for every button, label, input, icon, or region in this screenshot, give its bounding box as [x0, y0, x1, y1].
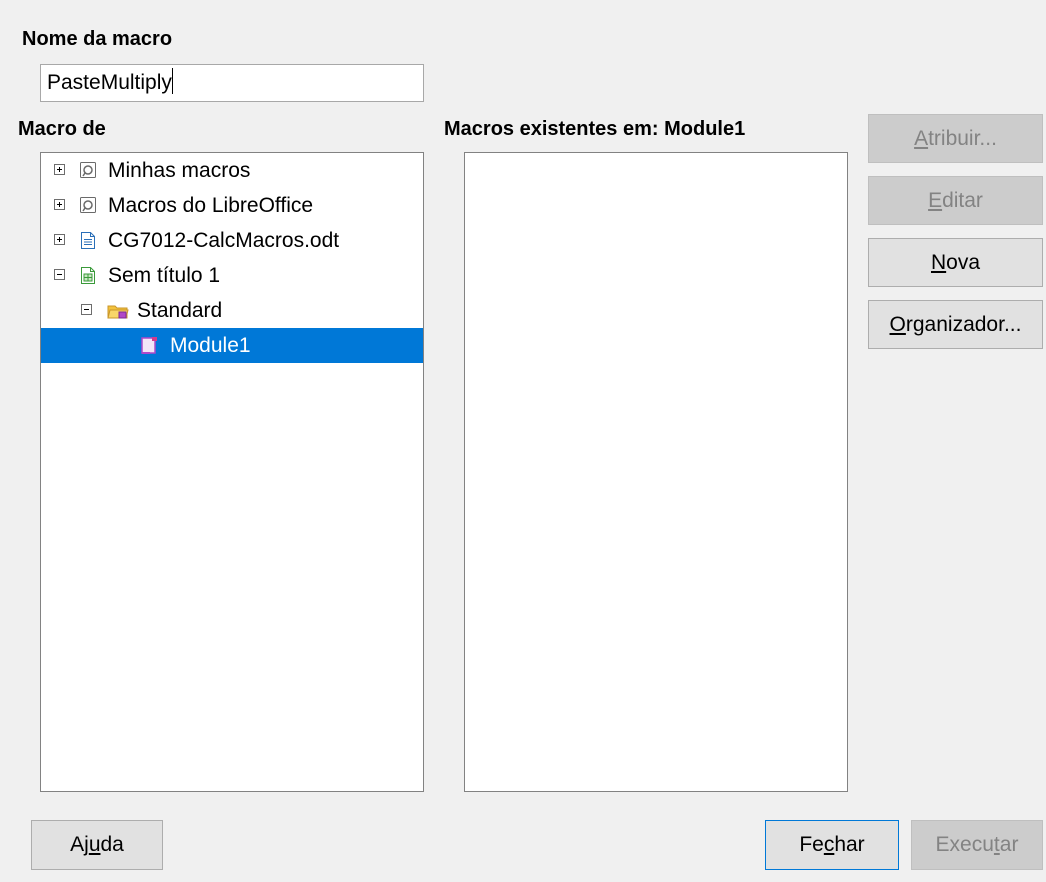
- tree-item-standard[interactable]: Standard: [41, 293, 423, 328]
- run-button[interactable]: Executar: [911, 820, 1043, 870]
- macro-name-input[interactable]: PasteMultiply: [40, 64, 424, 102]
- tree-item-label: Module1: [170, 334, 251, 357]
- close-button[interactable]: Fechar: [765, 820, 899, 870]
- collapse-icon[interactable]: [81, 304, 92, 315]
- text-caret: [171, 68, 173, 94]
- tree-item-module1[interactable]: Module1: [41, 328, 423, 363]
- tree-item-label: Sem título 1: [108, 264, 221, 287]
- run-button-label: Executar: [935, 833, 1019, 856]
- expand-icon[interactable]: [54, 234, 65, 245]
- library-folder-icon: [107, 305, 129, 319]
- spreadsheet-icon: [81, 267, 95, 284]
- macro-from-label: Macro de: [18, 118, 106, 140]
- tree-item-minhas-macros[interactable]: Minhas macros: [41, 153, 423, 188]
- existing-macros-label: Macros existentes em: Module1: [444, 118, 746, 140]
- tree-item-label: Minhas macros: [108, 159, 251, 182]
- macro-name-label: Nome da macro: [22, 28, 173, 50]
- tree-item-label: Macros do LibreOffice: [108, 194, 314, 217]
- close-button-label: Fechar: [799, 833, 865, 856]
- help-button[interactable]: Ajuda: [31, 820, 163, 870]
- expand-icon[interactable]: [54, 164, 65, 175]
- organizer-button-label: Organizador...: [889, 313, 1022, 336]
- collapse-icon[interactable]: [54, 269, 65, 280]
- module-icon: [141, 337, 157, 354]
- edit-button[interactable]: Editar: [868, 176, 1043, 225]
- assign-button[interactable]: Atribuir...: [868, 114, 1043, 163]
- tree-item-label: CG7012-CalcMacros.odt: [108, 229, 340, 252]
- existing-macros-list[interactable]: [464, 152, 848, 792]
- macro-tree[interactable]: Minhas macros Macros do LibreOffice CG70…: [40, 152, 424, 792]
- assign-button-label: Atribuir...: [914, 127, 997, 150]
- tree-item-cg7012-document[interactable]: CG7012-CalcMacros.odt: [41, 223, 423, 258]
- help-button-label: Ajuda: [70, 833, 124, 856]
- macro-library-icon: [80, 197, 96, 213]
- tree-item-macros-libreoffice[interactable]: Macros do LibreOffice: [41, 188, 423, 223]
- document-icon: [81, 232, 95, 249]
- macro-name-value: PasteMultiply: [47, 71, 172, 94]
- edit-button-label: Editar: [928, 189, 983, 212]
- expand-icon[interactable]: [54, 199, 65, 210]
- new-button-label: Nova: [930, 251, 981, 274]
- organizer-button[interactable]: Organizador...: [868, 300, 1043, 349]
- tree-item-label: Standard: [137, 299, 223, 322]
- macro-library-icon: [80, 162, 96, 178]
- tree-item-sem-titulo[interactable]: Sem título 1: [41, 258, 423, 293]
- new-button[interactable]: Nova: [868, 238, 1043, 287]
